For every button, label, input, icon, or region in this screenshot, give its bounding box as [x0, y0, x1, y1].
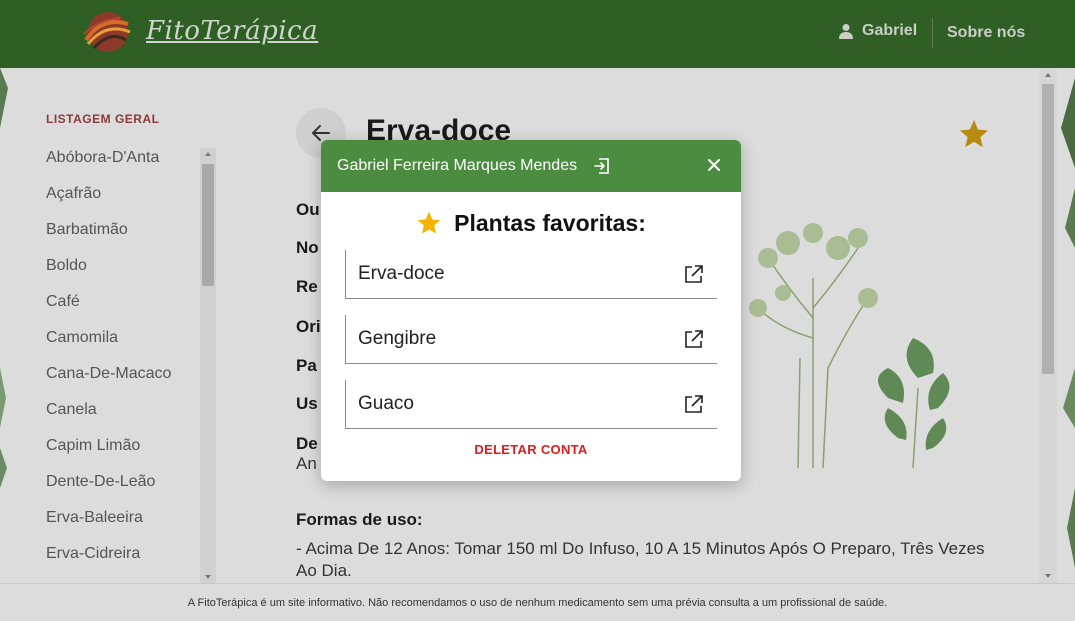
plant-illustration	[749, 223, 950, 469]
favorite-item-name: Erva-doce	[358, 263, 445, 284]
leaf-decoration-right	[1061, 78, 1075, 568]
favorite-item-name: Guaco	[358, 393, 414, 414]
plant-list-item[interactable]: Erva-Baleeira	[46, 500, 171, 536]
list-scrollbar[interactable]	[200, 148, 216, 583]
plant-list-item[interactable]: Canela	[46, 392, 171, 428]
favorite-item[interactable]: Gengibre	[345, 315, 717, 364]
top-header: FitoTerápica Gabriel Sobre nós	[0, 0, 1075, 68]
logo-icon[interactable]	[80, 10, 136, 54]
leaf-decoration-left	[0, 68, 8, 488]
field-label: Re	[296, 277, 318, 296]
scrollbar-thumb[interactable]	[1042, 84, 1054, 374]
plant-list-item[interactable]: Capim Limão	[46, 428, 171, 464]
field-label: Ou	[296, 200, 320, 219]
logo-text[interactable]: FitoTerápica	[146, 16, 318, 46]
scroll-up-icon[interactable]	[205, 152, 211, 156]
delete-account-button[interactable]: DELETAR CONTA	[321, 442, 741, 457]
field-label: Ori	[296, 317, 321, 336]
field-label: Us	[296, 394, 318, 413]
favorites-modal: Gabriel Ferreira Marques Mendes Plantas …	[321, 140, 741, 481]
scroll-down-icon[interactable]	[1045, 574, 1051, 578]
nav-divider	[932, 18, 933, 48]
plant-list-item[interactable]: Abóbora-D'Anta	[46, 140, 171, 176]
external-link-icon[interactable]	[683, 328, 705, 350]
external-link-icon[interactable]	[683, 263, 705, 285]
footer-text: A FitoTerápica é um site informativo. Nã…	[187, 596, 888, 609]
favorite-star-icon[interactable]	[958, 118, 990, 150]
field-label: No	[296, 238, 319, 257]
field-label: Pa	[296, 356, 317, 375]
list-title: LISTAGEM GERAL	[46, 112, 160, 126]
modal-user-name: Gabriel Ferreira Marques Mendes	[337, 157, 578, 174]
plant-list-item[interactable]: Erva-Cidreira	[46, 536, 171, 572]
field-label: De	[296, 434, 318, 453]
usage-title: Formas de uso:	[296, 510, 423, 529]
main-scrollbar[interactable]	[1039, 68, 1057, 583]
description-text: An	[296, 454, 317, 473]
footer-disclaimer: A FitoTerápica é um site informativo. Nã…	[0, 583, 1075, 621]
plant-list-item[interactable]: Açafrão	[46, 176, 171, 212]
plant-list-item[interactable]: Barbatimão	[46, 212, 171, 248]
plant-list-item[interactable]: Boldo	[46, 248, 171, 284]
about-link[interactable]: Sobre nós	[947, 24, 1025, 42]
usage-text: - Acima De 12 Anos: Tomar 150 ml Do Infu…	[296, 539, 985, 580]
modal-title: Plantas favoritas:	[321, 208, 741, 238]
user-icon	[839, 24, 853, 39]
plant-list-item[interactable]: Dente-De-Leão	[46, 464, 171, 500]
user-name: Gabriel	[862, 22, 918, 39]
star-icon	[417, 211, 441, 234]
plant-list: Abóbora-D'Anta Açafrão Barbatimão Boldo …	[46, 140, 171, 572]
favorites-list: Erva-doce Gengibre Guaco	[321, 250, 741, 429]
plant-list-item[interactable]: Café	[46, 284, 171, 320]
scroll-down-icon[interactable]	[205, 575, 211, 579]
modal-title-text: Plantas favoritas:	[454, 209, 646, 236]
external-link-icon[interactable]	[683, 393, 705, 415]
favorite-item[interactable]: Erva-doce	[345, 250, 717, 299]
scrollbar-thumb[interactable]	[202, 164, 214, 286]
user-menu-button[interactable]: Gabriel	[838, 22, 917, 40]
plant-list-item[interactable]: Camomila	[46, 320, 171, 356]
favorite-item[interactable]: Guaco	[345, 380, 717, 429]
modal-header: Gabriel Ferreira Marques Mendes	[321, 140, 741, 192]
scroll-up-icon[interactable]	[1045, 73, 1051, 77]
favorite-item-name: Gengibre	[358, 328, 437, 349]
close-icon[interactable]	[705, 156, 723, 174]
logout-icon[interactable]	[593, 157, 611, 175]
plant-list-item[interactable]: Cana-De-Macaco	[46, 356, 171, 392]
